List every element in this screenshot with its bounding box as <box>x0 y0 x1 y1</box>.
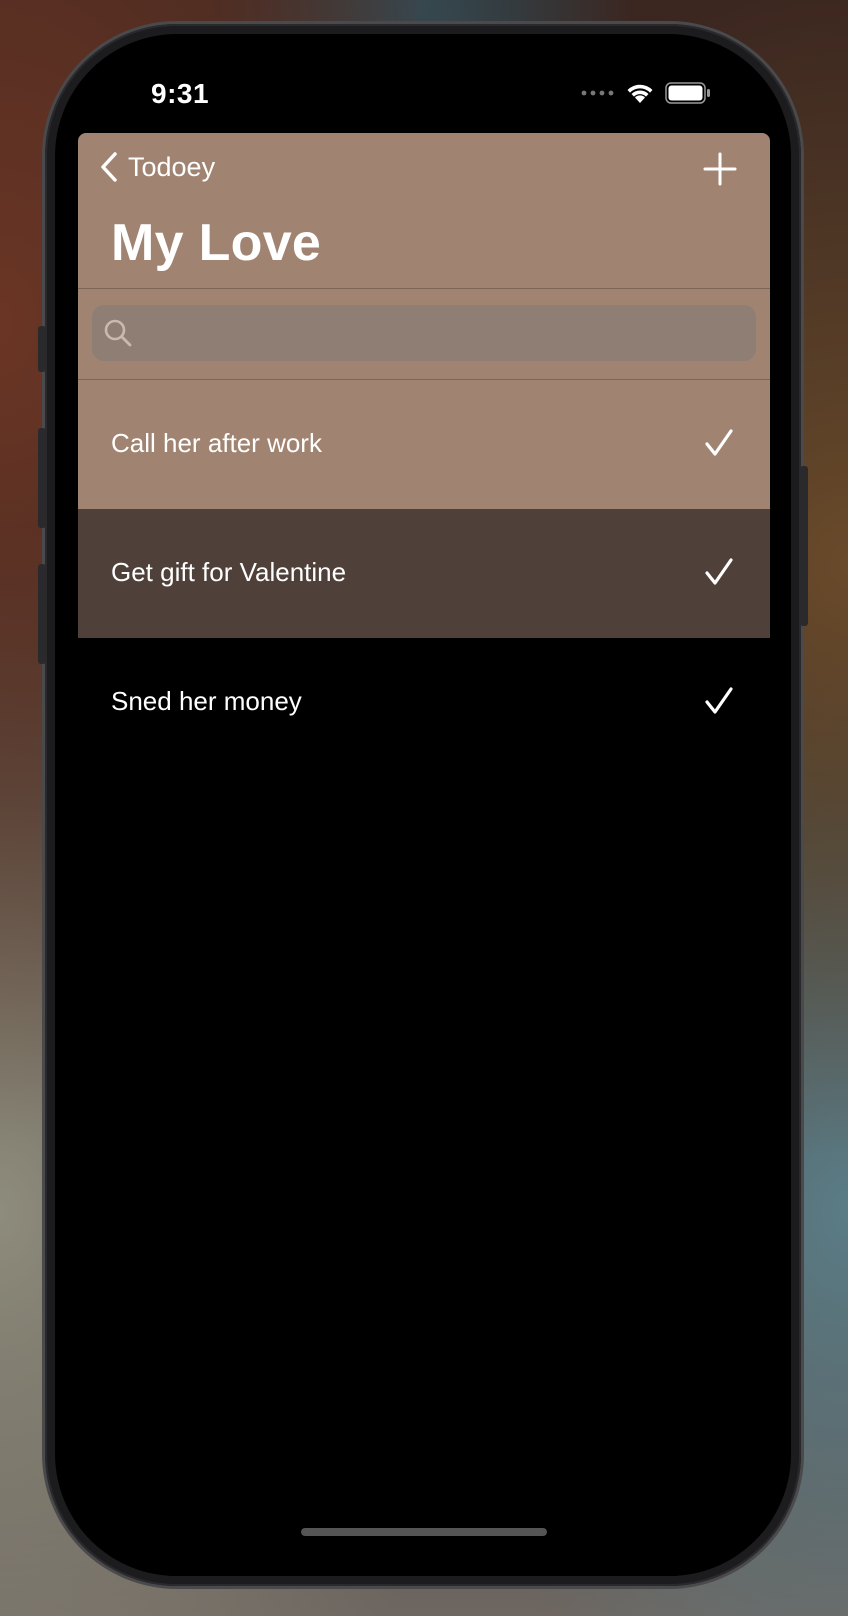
silent-switch <box>38 326 46 372</box>
back-button[interactable]: Todoey <box>98 151 215 183</box>
search-icon <box>104 319 132 347</box>
search-field[interactable] <box>92 305 756 363</box>
list-item[interactable]: Sned her money <box>78 638 770 767</box>
page-title: My Love <box>111 214 322 272</box>
battery-icon <box>665 82 710 104</box>
list-item-label: Get gift for Valentine <box>111 557 347 587</box>
list-item[interactable]: Call her after work <box>78 380 770 509</box>
volume-down-button <box>38 564 46 664</box>
back-button-label: Todoey <box>128 151 216 182</box>
volume-up-button <box>38 428 46 528</box>
home-indicator <box>301 1528 547 1536</box>
status-icons <box>581 82 711 104</box>
list-item-label: Sned her money <box>111 686 302 716</box>
screen: 9:31 Todoey My Love Call her after work … <box>55 34 791 1576</box>
signal-icon <box>581 90 614 96</box>
status-time: 9:31 <box>151 78 210 109</box>
search-input[interactable] <box>142 305 746 363</box>
list-item[interactable]: Get gift for Valentine <box>78 509 770 638</box>
todo-list-sheet: Todoey My Love Call her after work Get g… <box>78 133 770 1576</box>
navigation-bar: Todoey My Love <box>78 133 770 289</box>
checkmark-icon <box>705 429 733 456</box>
search-bar <box>78 289 770 380</box>
power-button <box>800 466 808 626</box>
checkmark-icon <box>705 687 733 714</box>
plus-icon[interactable] <box>700 149 740 189</box>
checkmark-icon <box>705 558 733 585</box>
list-item-label: Call her after work <box>111 428 322 458</box>
todo-list: Call her after work Get gift for Valenti… <box>78 380 770 767</box>
status-bar: 9:31 <box>55 34 791 128</box>
wifi-icon <box>627 84 653 103</box>
chevron-left-icon <box>101 152 117 182</box>
